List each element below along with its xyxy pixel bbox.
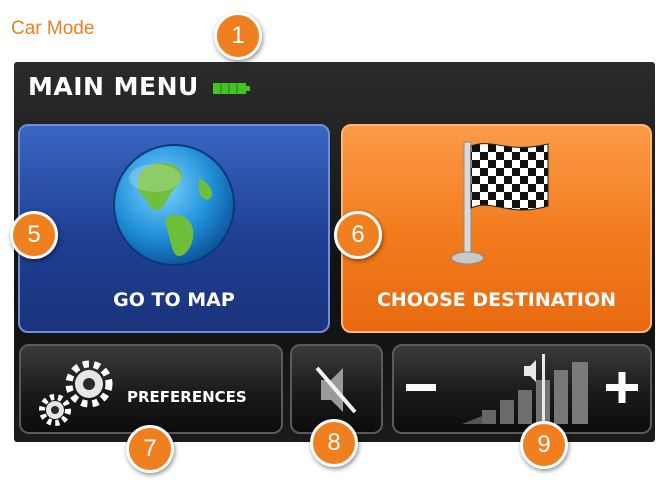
- callout-9: 9: [520, 421, 568, 469]
- main-menu-title: MAIN MENU: [28, 72, 199, 101]
- choose-destination-label: CHOOSE DESTINATION: [376, 289, 617, 311]
- device-screen: MAIN MENU GO TO MAP CHOOSE DESTINATION P…: [14, 62, 655, 442]
- go-to-map-button[interactable]: GO TO MAP: [18, 124, 330, 333]
- checkered-flag-icon: [451, 141, 549, 265]
- callout-8: 8: [310, 419, 358, 467]
- battery-full-icon: [213, 83, 250, 94]
- globe-icon: [113, 144, 235, 266]
- volume-up-button[interactable]: [602, 358, 644, 418]
- volume-control[interactable]: [392, 344, 652, 434]
- volume-level-icon: [462, 354, 588, 426]
- callout-5: 5: [10, 211, 58, 259]
- gears-icon: [39, 360, 113, 426]
- plus-icon: [606, 372, 638, 403]
- speaker-muted-icon: [315, 366, 357, 414]
- volume-down-button[interactable]: [404, 358, 444, 418]
- minus-icon: [406, 384, 436, 391]
- car-mode-caption: Car Mode: [11, 18, 95, 39]
- preferences-label: PREFERENCES: [127, 388, 247, 406]
- choose-destination-button[interactable]: CHOOSE DESTINATION: [341, 124, 652, 333]
- callout-7: 7: [126, 425, 174, 473]
- callout-6: 6: [334, 211, 382, 259]
- preferences-button[interactable]: PREFERENCES: [19, 344, 283, 434]
- go-to-map-label: GO TO MAP: [113, 289, 235, 311]
- callout-1: 1: [214, 12, 262, 60]
